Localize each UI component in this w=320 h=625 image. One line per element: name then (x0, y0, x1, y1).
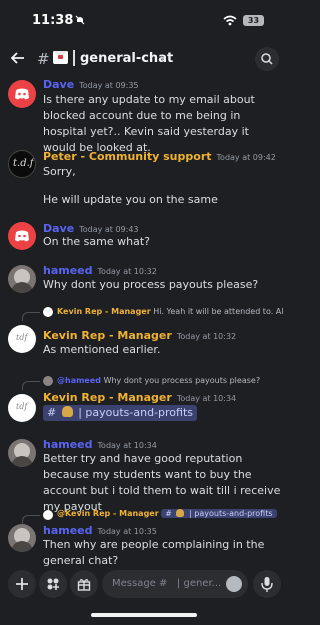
back-arrow-icon[interactable] (10, 50, 26, 66)
microphone-icon (261, 577, 273, 592)
attach-button[interactable] (8, 570, 36, 598)
message[interactable]: t.d.f Peter - Community support Today at … (0, 148, 288, 210)
reply-connector (22, 515, 40, 524)
plus-icon (16, 578, 28, 590)
timestamp: Today at 09:35 (79, 81, 139, 90)
apps-icon (47, 578, 59, 590)
message-input[interactable]: Message # | gener... (102, 570, 248, 598)
author-name[interactable]: Kevin Rep - Manager Today at 10:32 (43, 329, 236, 342)
avatar[interactable] (8, 222, 36, 250)
avatar[interactable]: t.d.f (8, 150, 36, 178)
discord-logo-icon (15, 88, 29, 100)
reply-avatar (43, 510, 53, 520)
message-text: Better try and have good reputation beca… (43, 452, 281, 513)
author-name[interactable]: hameed Today at 10:35 (43, 524, 157, 537)
message[interactable]: hameed Today at 10:32 Why dont you proces… (0, 263, 288, 295)
reply-connector (22, 381, 40, 390)
message-composer: Message # | gener... (0, 570, 288, 600)
reply-avatar (43, 307, 53, 317)
discord-logo-icon (15, 230, 29, 242)
author-name[interactable]: hameed Today at 10:32 (43, 264, 157, 277)
apps-button[interactable] (39, 570, 67, 598)
reply-avatar (43, 376, 53, 386)
avatar[interactable] (8, 439, 36, 467)
message[interactable]: Dave Today at 09:43 On the same what? (0, 220, 288, 252)
status-bar: 11:38 33 (0, 0, 288, 40)
author-name[interactable]: Dave Today at 09:35 (43, 78, 139, 91)
message[interactable]: @Kevin Rep - Manager # | payouts-and-pro… (0, 508, 288, 568)
message-text: As mentioned earlier. (43, 343, 161, 356)
message-text: On the same what? (43, 235, 150, 248)
message-text-line: Sorry, (43, 165, 76, 178)
search-icon (261, 53, 273, 65)
money-bag-icon (61, 406, 73, 417)
emoji-icon[interactable] (226, 576, 242, 592)
voice-message-button[interactable] (253, 570, 281, 598)
reply-preview[interactable]: @hameed Why dont you process payouts ple… (57, 376, 283, 385)
avatar[interactable]: tdf (8, 325, 36, 353)
message[interactable]: hameed Today at 10:34 Better try and have… (0, 437, 288, 513)
wifi-icon (223, 15, 237, 26)
timestamp: Today at 10:34 (176, 394, 237, 403)
channel-hash-icon: # (37, 50, 50, 68)
bell-off-icon (75, 15, 85, 25)
message-placeholder: Message # | gener... (112, 578, 222, 589)
chevron-right-icon[interactable]: › (160, 51, 165, 65)
avatar-initials: t.d.f (13, 158, 34, 169)
channel-header: # general-chat › (0, 44, 288, 74)
message-text: Then why are people complaining in the g… (43, 538, 265, 567)
author-name[interactable]: Peter - Community support Today at 09:42 (43, 150, 276, 163)
timestamp: Today at 10:32 (97, 267, 157, 276)
search-button[interactable] (255, 47, 279, 71)
message-text: Is there any update to my email about bl… (43, 93, 255, 154)
avatar[interactable] (8, 524, 36, 552)
channel-mention[interactable]: # | payouts-and-profits (43, 405, 197, 421)
timestamp: Today at 10:34 (97, 441, 157, 450)
timestamp: Today at 09:43 (79, 225, 139, 234)
avatar[interactable]: tdf (8, 394, 36, 422)
message-text: Why dont you process payouts please? (43, 278, 259, 291)
gift-icon (77, 579, 91, 591)
gift-button[interactable] (70, 570, 98, 598)
reply-preview[interactable]: @Kevin Rep - Manager # | payouts-and-pro… (57, 509, 283, 518)
reply-connector (22, 312, 40, 321)
author-name[interactable]: Kevin Rep - Manager Today at 10:34 (43, 391, 236, 404)
timestamp: Today at 09:42 (216, 153, 276, 162)
envelope-icon (53, 51, 68, 64)
message-text-line: He will update you on the same (43, 193, 218, 206)
message[interactable]: @hameed Why dont you process payouts ple… (0, 374, 288, 426)
avatar[interactable] (8, 265, 36, 293)
timestamp: Today at 10:32 (176, 332, 237, 341)
money-bag-icon (176, 509, 185, 517)
channel-mention[interactable]: # | payouts-and-profits (161, 509, 277, 518)
battery-icon: 33 (243, 15, 264, 26)
divider (73, 50, 75, 66)
status-time: 11:38 (32, 13, 74, 28)
author-name[interactable]: hameed Today at 10:34 (43, 438, 157, 451)
home-indicator[interactable] (91, 613, 197, 617)
message[interactable]: Dave Today at 09:35 Is there any update t… (0, 78, 288, 154)
timestamp: Today at 10:35 (97, 527, 157, 536)
reply-preview[interactable]: Kevin Rep - Manager Hi. Yeah it will be … (57, 307, 283, 316)
message-text: # | payouts-and-profits (43, 405, 281, 421)
message[interactable]: Kevin Rep - Manager Hi. Yeah it will be … (0, 305, 288, 363)
avatar[interactable] (8, 80, 36, 108)
